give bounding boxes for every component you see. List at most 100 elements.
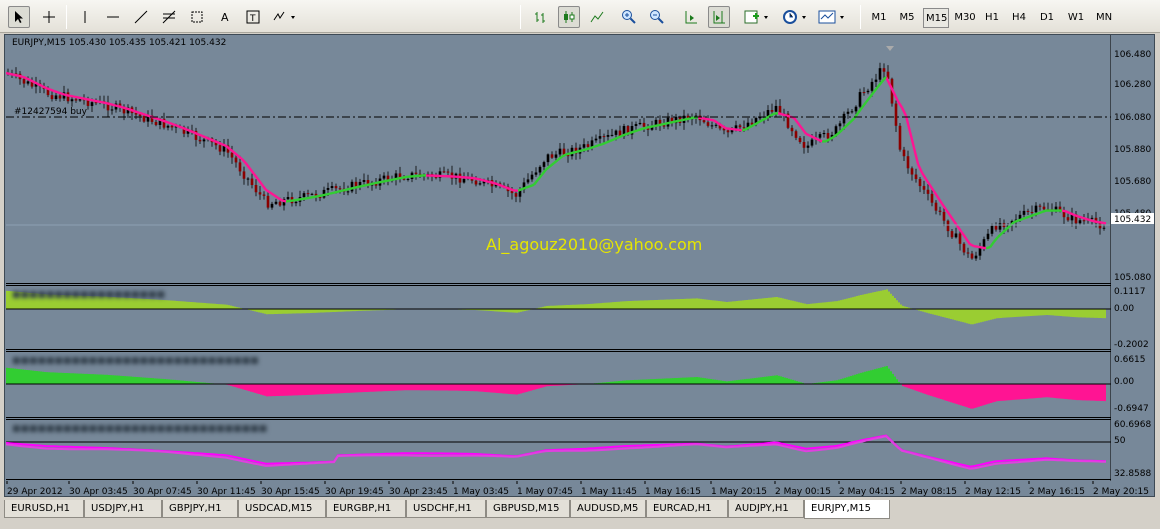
trendline-icon[interactable] <box>130 6 152 28</box>
candle-body <box>546 154 550 163</box>
tab-eurcad-h1[interactable]: EURCAD,H1 <box>646 500 728 518</box>
templates-dropdown-icon[interactable] <box>816 6 850 28</box>
candle-body <box>770 110 774 112</box>
channel-icon[interactable] <box>186 6 208 28</box>
candle-body <box>294 201 298 204</box>
timeframe-d1[interactable]: D1 <box>1036 8 1058 28</box>
tab-gbpjpy-h1[interactable]: GBPJPY,H1 <box>162 500 238 518</box>
time-axis-label: 1 May 16:15 <box>645 487 701 497</box>
ma-segment <box>908 131 916 149</box>
text-label-icon[interactable]: T <box>242 6 264 28</box>
candle-body <box>238 162 242 172</box>
zoom-in-icon[interactable] <box>618 6 640 28</box>
candle-body <box>534 172 538 175</box>
tab-audusd-m5[interactable]: AUDUSD,M5 <box>570 500 646 518</box>
timeframe-h4[interactable]: H4 <box>1008 8 1030 28</box>
ma-segment <box>605 139 611 144</box>
tab-usdjpy-h1[interactable]: USDJPY,H1 <box>84 500 162 518</box>
candle-body <box>798 137 802 142</box>
auto-scroll-icon[interactable] <box>680 6 702 28</box>
tab-gbpusd-m15[interactable]: GBPUSD,M15 <box>486 500 570 518</box>
candle-body <box>818 134 822 138</box>
ma-segment <box>537 173 543 181</box>
ma-segment <box>493 181 499 186</box>
ma-segment <box>892 92 900 102</box>
zoom-out-icon[interactable] <box>646 6 668 28</box>
timeframe-m5[interactable]: M5 <box>895 8 919 28</box>
candle-body <box>538 166 542 173</box>
candle-body <box>918 179 922 187</box>
tab-eurgbp-h1[interactable]: EURGBP,H1 <box>326 500 406 518</box>
ma-segment <box>481 178 487 183</box>
ma-segment <box>1017 218 1023 222</box>
timeframe-m15[interactable]: M15 <box>923 8 949 28</box>
candle-body <box>1098 223 1102 229</box>
ma-segment <box>281 199 287 203</box>
ma-segment <box>309 195 315 199</box>
candle-body <box>278 201 282 206</box>
oscillator-axis-label: 0.6615 <box>1114 355 1146 365</box>
candle-body <box>514 193 518 197</box>
tab-eurjpy-m15[interactable]: EURJPY,M15 <box>804 500 890 519</box>
candlestick-icon[interactable] <box>558 6 580 28</box>
chart-shift-icon[interactable] <box>708 6 730 28</box>
time-axis: 29 Apr 2012 30 Apr 03:45 30 Apr 07:45 30 Ap… <box>6 481 1149 497</box>
ma-segment <box>597 143 603 147</box>
candle-body <box>138 114 142 117</box>
oscillator1-pane[interactable]: ■■■■■■■■■■■■■■■■■■ <box>6 285 1111 350</box>
text-tool-icon[interactable]: A <box>214 6 236 28</box>
indicators-dropdown-icon[interactable] <box>742 6 774 28</box>
ma-segment <box>1101 221 1107 225</box>
candle-body <box>1034 205 1038 213</box>
ma-segment <box>721 124 727 130</box>
ma-segment <box>389 178 395 182</box>
oscillator3-pane[interactable]: ■■■■■■■■■■■■■■■■■■■■■■■■■■■■■■ <box>6 419 1111 480</box>
candle-body <box>526 179 530 183</box>
tab-audjpy-h1[interactable]: AUDJPY,H1 <box>728 500 804 518</box>
tab-usdcad-m15[interactable]: USDCAD,M15 <box>238 500 326 518</box>
tab-eurusd-h1[interactable]: EURUSD,H1 <box>4 500 84 518</box>
ma-segment <box>553 158 559 164</box>
candle-body <box>474 180 478 185</box>
time-axis-label: 30 Apr 07:45 <box>133 487 192 497</box>
price-pane[interactable]: EURJPY,M15 105.430 105.435 105.421 105.4… <box>6 35 1111 284</box>
price-axis-label: 106.080 <box>1114 113 1151 123</box>
ma-segment <box>573 150 579 154</box>
oscillator2-pane[interactable]: ■■■■■■■■■■■■■■■■■■■■■■■■■■■■■ <box>6 351 1111 418</box>
ma-segment <box>153 116 159 121</box>
fibonacci-icon[interactable] <box>158 6 180 28</box>
ma-segment <box>1025 215 1031 219</box>
ma-segment <box>473 177 479 181</box>
ma-segment <box>637 127 643 132</box>
timeframe-m30[interactable]: M30 <box>952 8 978 28</box>
horizontal-line-icon[interactable] <box>102 6 124 28</box>
timeframe-mn[interactable]: MN <box>1092 8 1116 28</box>
tab-usdchf-h1[interactable]: USDCHF,H1 <box>406 500 486 518</box>
ma-segment <box>617 134 623 139</box>
bar-chart-icon[interactable] <box>530 6 552 28</box>
candle-body <box>854 106 858 112</box>
ma-segment <box>109 102 115 107</box>
toolbar-separator <box>520 5 521 29</box>
candle-body <box>614 130 618 135</box>
vertical-line-icon[interactable] <box>74 6 96 28</box>
periods-dropdown-icon[interactable] <box>780 6 812 28</box>
ma-segment <box>773 111 779 115</box>
timeframe-w1[interactable]: W1 <box>1064 8 1088 28</box>
arrows-dropdown-icon[interactable] <box>270 6 300 28</box>
timeframe-h1[interactable]: H1 <box>981 8 1003 28</box>
chart-window[interactable]: EURJPY,M15 105.430 105.435 105.421 105.4… <box>4 34 1155 497</box>
cursor-icon[interactable] <box>8 6 30 28</box>
ma-segment <box>317 194 323 198</box>
ma-segment <box>697 116 703 120</box>
timeframe-m1[interactable]: M1 <box>868 8 890 28</box>
ma-segment <box>817 138 823 143</box>
ma-segment <box>916 163 924 174</box>
ma-segment <box>577 149 583 153</box>
ma-segment <box>777 111 783 116</box>
line-chart-icon[interactable] <box>586 6 608 28</box>
ma-segment <box>589 145 595 150</box>
crosshair-icon[interactable] <box>38 6 60 28</box>
candle-body <box>1082 220 1086 222</box>
price-axis: 106.480 106.280 106.080 105.880 105.680 105.4… <box>1110 35 1154 481</box>
